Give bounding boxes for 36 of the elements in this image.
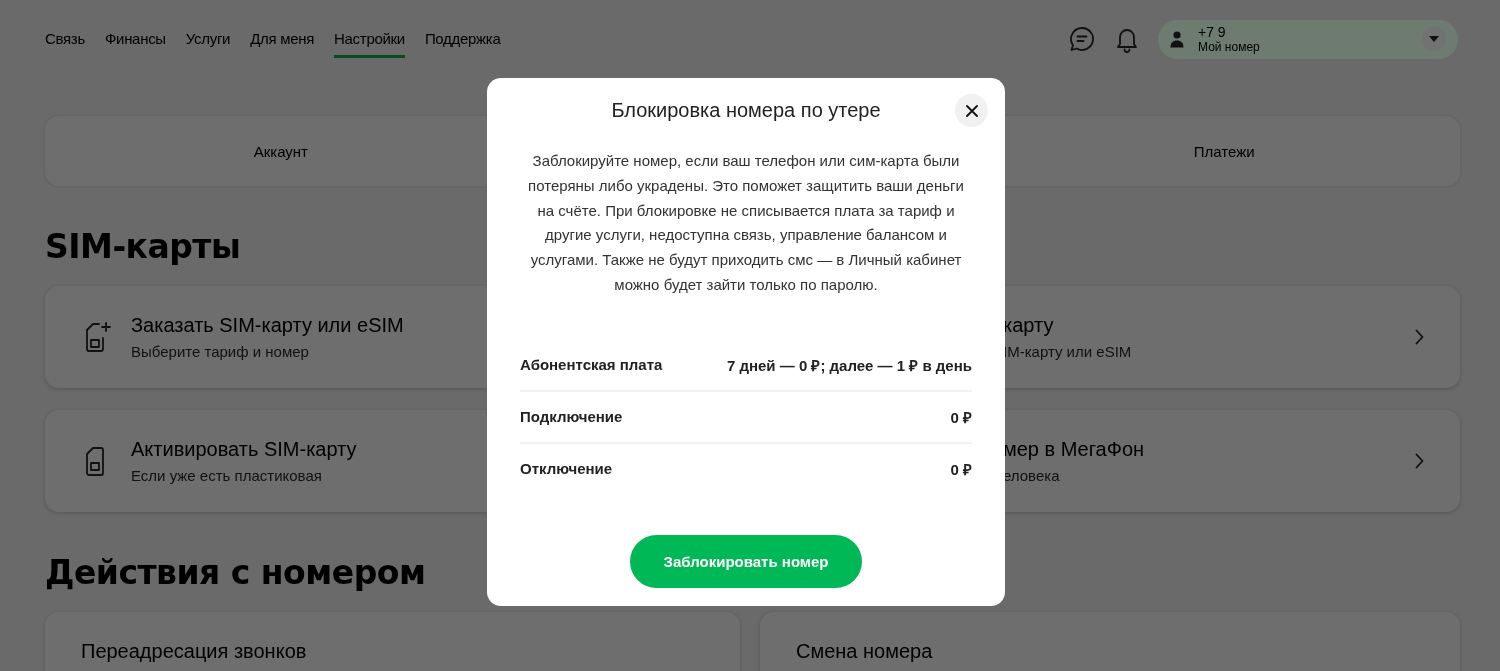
nav-tab[interactable]: Для меня xyxy=(250,30,315,58)
card-subtitle: Если уже есть пластиковая xyxy=(131,467,322,484)
dropdown-button[interactable] xyxy=(1422,27,1446,51)
card-subtitle: Выберите тариф и номер xyxy=(131,343,309,360)
section-heading: Действия с номером xyxy=(45,554,426,592)
card-subtitle: еловека xyxy=(1003,467,1060,484)
nav-tab[interactable]: Финансы xyxy=(104,30,166,58)
fee-label: Отключение xyxy=(520,460,613,478)
section-heading: SIM-карты xyxy=(45,228,241,266)
fee-label: Абонентская плата xyxy=(520,356,663,374)
chevron-right-icon xyxy=(1415,329,1424,345)
fee-value: 0 ₽ xyxy=(950,407,972,427)
card-title: Переадресация звонков xyxy=(81,640,307,663)
close-icon xyxy=(965,104,978,117)
card-subtitle: IM-карту или eSIM xyxy=(1003,343,1132,360)
card-title: Смена номера xyxy=(796,640,933,663)
close-button[interactable] xyxy=(955,94,988,127)
block-number-button[interactable]: Заблокировать номер xyxy=(630,534,862,588)
person-icon xyxy=(1170,30,1184,48)
chevron-right-icon xyxy=(1415,453,1424,469)
profile-button[interactable]: +7 9 Мой номер xyxy=(1158,19,1458,59)
chat-icon[interactable] xyxy=(1068,25,1096,53)
nav-tab[interactable]: Настройки xyxy=(334,30,405,58)
action-card[interactable]: Смена номера xyxy=(760,612,1460,671)
fee-label: Подключение xyxy=(520,408,623,426)
caret-icon xyxy=(1429,36,1439,42)
profile-caption: Мой номер xyxy=(1198,40,1261,54)
card-title: Заказать SIM-карту или eSIM xyxy=(131,314,404,337)
phone-number: +7 9 xyxy=(1198,24,1227,40)
nav-tab[interactable]: Услуги xyxy=(185,30,231,58)
fee-value: 0 ₽ xyxy=(950,459,972,479)
card-title: Активировать SIM-карту xyxy=(131,438,357,461)
dialog-title: Блокировка номера по утере xyxy=(611,98,881,122)
nav-tab[interactable]: Связь xyxy=(45,30,85,58)
nav-tab[interactable]: Поддержка xyxy=(424,30,501,58)
action-card[interactable]: Переадресация звонков xyxy=(45,612,740,671)
